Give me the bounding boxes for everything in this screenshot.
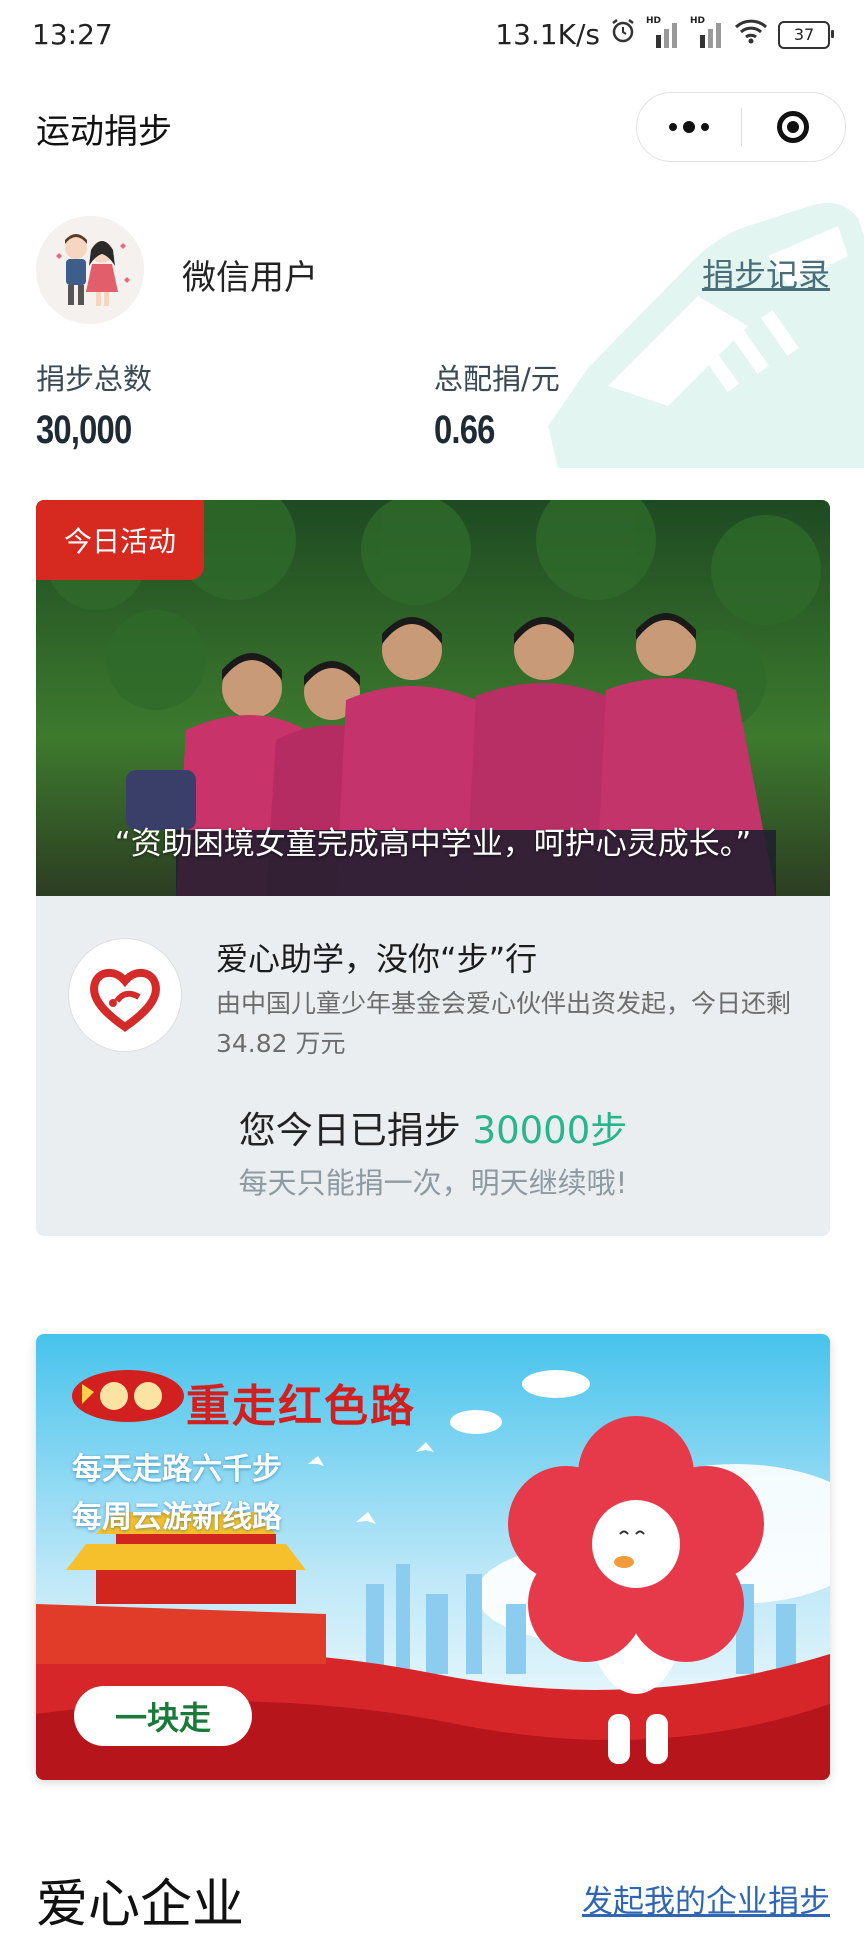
fund-logo [68, 938, 182, 1052]
target-close-icon[interactable] [742, 93, 846, 161]
start-company-donation-link[interactable]: 发起我的企业捐步 [582, 1876, 830, 1921]
signal-icon-2: HD [690, 16, 724, 48]
status-indicators: 13.1K/s HD HD 37 [495, 16, 834, 51]
total-steps-label: 捐步总数 [36, 362, 153, 396]
today-activity-card[interactable]: 今日活动 “资助困境女童完成高中学业，呵护心灵成长。” 爱心助学，没你“步”行 … [36, 500, 830, 1236]
total-match-label: 总配捐/元 [434, 362, 560, 396]
sneaker-watermark-icon [548, 202, 864, 468]
alarm-icon [610, 18, 636, 51]
battery-icon: 37 [778, 20, 834, 49]
status-bar: 13:27 13.1K/s HD HD 37 [0, 0, 864, 72]
total-match-value: 0.66 [434, 408, 495, 452]
activity-title: 爱心助学，没你“步”行 [216, 940, 538, 978]
user-name: 微信用户 [182, 258, 318, 298]
companies-section-title: 爱心企业 [36, 1875, 245, 1935]
red-road-banner[interactable]: 重走红色路 每天走路六千步 每周云游新线路 一块走 [36, 1334, 830, 1780]
banner-title: 重走红色路 [186, 1381, 416, 1432]
wifi-icon [734, 18, 768, 51]
banner-line-2: 每周云游新线路 [72, 1500, 282, 1535]
activity-description: 由中国儿童少年基金会爱心伙伴出资发起，今日还剩 34.82 万元 [216, 989, 792, 1058]
donated-steps: 30000步 [472, 1109, 628, 1152]
signal-icon: HD [646, 16, 680, 48]
donated-today: 您今日已捐步 30000步 [36, 1100, 830, 1154]
avatar[interactable] [36, 216, 144, 324]
mini-program-capsule [636, 92, 846, 162]
walk-together-button[interactable]: 一块走 [74, 1686, 252, 1746]
activity-quote: “资助困境女童完成高中学业，呵护心灵成长。” [114, 826, 752, 862]
today-activity-tag: 今日活动 [36, 500, 204, 580]
donation-record-link[interactable]: 捐步记录 [702, 250, 830, 296]
more-dots-icon[interactable] [637, 93, 741, 161]
status-time: 13:27 [32, 18, 113, 51]
total-steps-value: 30,000 [36, 408, 132, 452]
page-title: 运动捐步 [36, 112, 172, 152]
centenary-badge [72, 1370, 184, 1422]
network-speed: 13.1K/s [495, 18, 600, 51]
once-per-day-note: 每天只能捐一次，明天继续哦! [238, 1166, 628, 1200]
donated-prefix: 您今日已捐步 [238, 1109, 473, 1152]
banner-line-1: 每天走路六千步 [72, 1452, 282, 1487]
